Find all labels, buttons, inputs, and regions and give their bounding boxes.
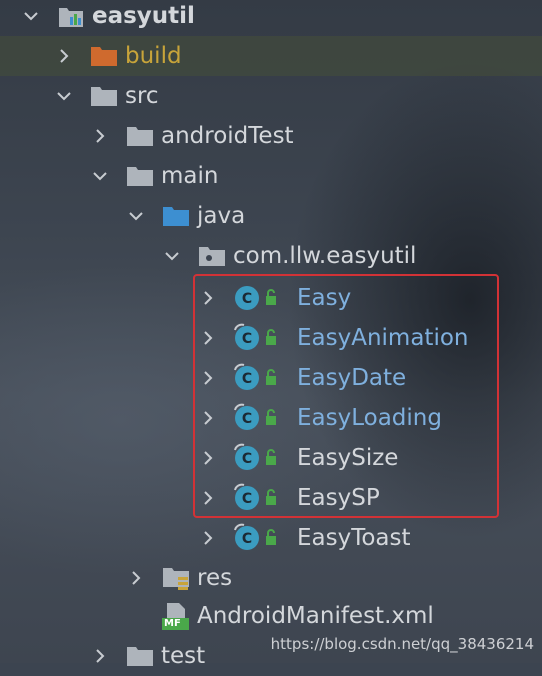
tree-label: AndroidManifest.xml bbox=[197, 603, 434, 629]
resources-folder-icon bbox=[161, 563, 191, 593]
chevron-down-icon[interactable] bbox=[125, 205, 147, 227]
tree-row-build[interactable]: build bbox=[0, 36, 542, 76]
module-icon bbox=[56, 1, 86, 31]
tree-row-src[interactable]: src bbox=[0, 76, 542, 116]
source-folder-icon bbox=[161, 201, 191, 231]
chevron-down-icon[interactable] bbox=[53, 85, 75, 107]
tree-label: test bbox=[161, 643, 206, 669]
tree-row-main[interactable]: main bbox=[0, 156, 542, 196]
tree-row-java[interactable]: java bbox=[0, 196, 542, 236]
folder-icon bbox=[89, 41, 119, 71]
tree-row-package[interactable]: com.llw.easyutil bbox=[0, 236, 542, 276]
tree-label: res bbox=[197, 565, 233, 591]
folder-icon bbox=[89, 81, 119, 111]
tree-label: EasyToast bbox=[297, 525, 411, 551]
chevron-right-icon[interactable] bbox=[89, 125, 111, 147]
tree-row-androidtest[interactable]: androidTest bbox=[0, 116, 542, 156]
tree-label: main bbox=[161, 163, 219, 189]
package-icon bbox=[197, 241, 227, 271]
chevron-right-icon[interactable] bbox=[197, 527, 219, 549]
tree-row-manifest[interactable]: MF AndroidManifest.xml bbox=[0, 596, 542, 636]
tree-label: src bbox=[125, 83, 159, 109]
tree-row-class[interactable]: C EasyToast bbox=[0, 518, 542, 558]
chevron-right-icon[interactable] bbox=[125, 567, 147, 589]
tree-label: easyutil bbox=[92, 3, 195, 29]
chevron-down-icon[interactable] bbox=[89, 165, 111, 187]
svg-text:C: C bbox=[242, 531, 252, 547]
chevron-right-icon[interactable] bbox=[53, 45, 75, 67]
class-icon: C bbox=[233, 523, 283, 553]
folder-icon bbox=[125, 161, 155, 191]
tree-row-easyutil[interactable]: easyutil bbox=[0, 0, 542, 36]
tree-row-res[interactable]: res bbox=[0, 558, 542, 598]
folder-icon bbox=[125, 641, 155, 671]
manifest-file-icon: MF bbox=[161, 601, 191, 631]
chevron-down-icon[interactable] bbox=[20, 5, 42, 27]
watermark: https://blog.csdn.net/qq_38436214 bbox=[270, 635, 534, 653]
project-tree: easyutil build src androidTest main java… bbox=[0, 0, 542, 669]
folder-icon bbox=[125, 121, 155, 151]
chevron-right-icon[interactable] bbox=[89, 645, 111, 667]
chevron-down-icon[interactable] bbox=[161, 245, 183, 267]
tree-label: build bbox=[125, 43, 182, 69]
manifest-badge: MF bbox=[164, 618, 181, 629]
tree-label: com.llw.easyutil bbox=[233, 243, 417, 269]
tree-label: java bbox=[197, 203, 246, 229]
highlight-box bbox=[193, 274, 499, 518]
tree-label: androidTest bbox=[161, 123, 294, 149]
